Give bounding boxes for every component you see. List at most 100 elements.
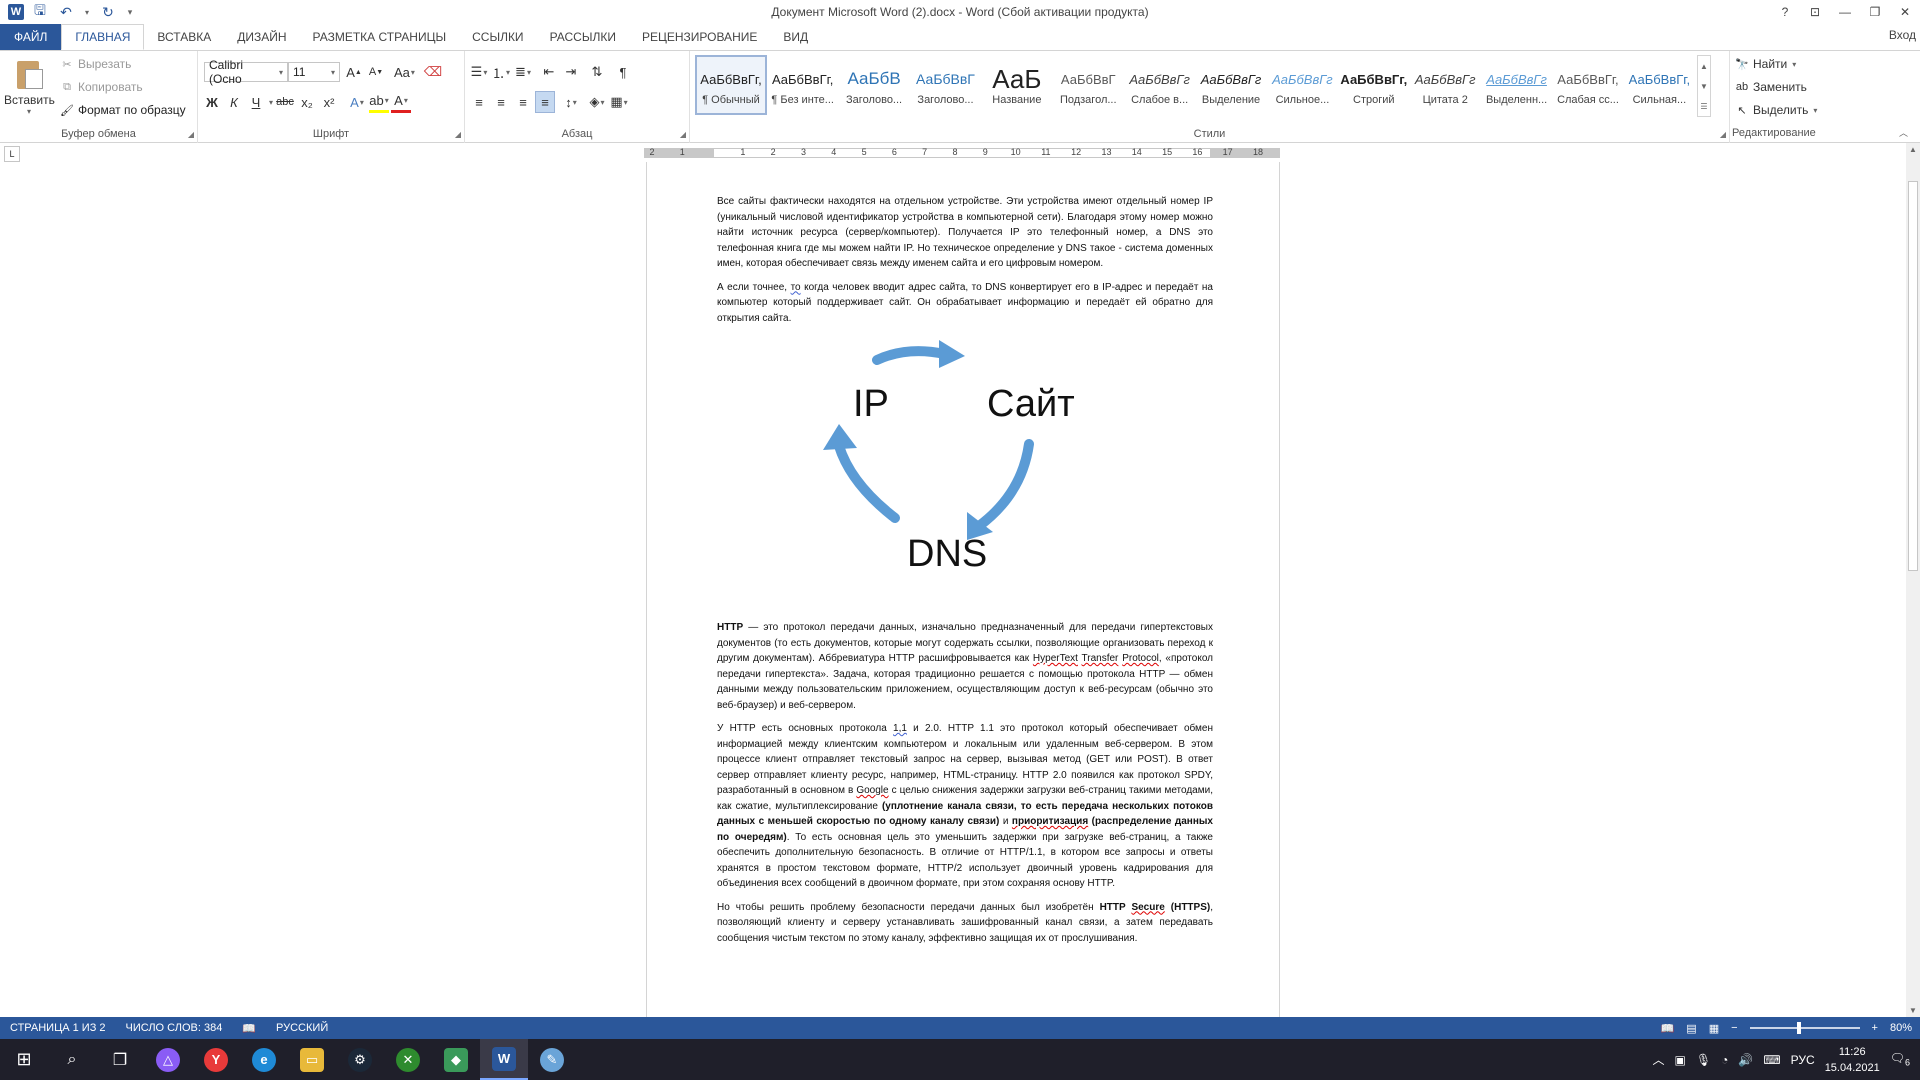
- superscript-button[interactable]: x²: [319, 91, 339, 113]
- style-item[interactable]: АаБбВвГ Подзагол...: [1053, 55, 1124, 115]
- zoom-slider-knob[interactable]: [1797, 1022, 1802, 1034]
- task-view-icon[interactable]: ❐: [96, 1039, 144, 1080]
- strikethrough-button[interactable]: abc: [275, 91, 295, 113]
- notifications-icon[interactable]: 🗨6: [1890, 1051, 1910, 1067]
- numbering-icon[interactable]: ⒈ ▾: [491, 61, 511, 83]
- underline-dropdown-icon[interactable]: ▾: [269, 98, 273, 107]
- style-item[interactable]: АаБбВвГг Сильное...: [1267, 55, 1338, 115]
- scroll-thumb[interactable]: [1908, 181, 1918, 571]
- shrink-font-button[interactable]: A ▼: [366, 61, 386, 83]
- style-item[interactable]: АаБбВвГг, Строгий: [1338, 55, 1409, 115]
- microphone-icon[interactable]: 🎙: [1696, 1053, 1711, 1067]
- yandex-browser-icon[interactable]: Y: [192, 1039, 240, 1080]
- proofing-icon[interactable]: 📖: [232, 1022, 266, 1035]
- text-effects-button[interactable]: A ▾: [347, 91, 367, 113]
- show-formatting-marks-button[interactable]: ¶: [613, 61, 633, 83]
- align-left-icon[interactable]: ≡: [469, 91, 489, 113]
- edge-browser-icon[interactable]: e: [240, 1039, 288, 1080]
- sign-in-link[interactable]: Вход: [1889, 28, 1916, 42]
- italic-button[interactable]: К: [224, 91, 244, 113]
- redo-icon[interactable]: ↻: [98, 2, 118, 22]
- page-indicator[interactable]: СТРАНИЦА 1 ИЗ 2: [0, 1022, 116, 1034]
- document-page[interactable]: Все сайты фактически находятся на отдель…: [646, 162, 1280, 1017]
- horizontal-ruler[interactable]: 2 1 1 2 3 4 5 6 7 8 9 10 11 12 13 14 15 16 17 18: [644, 146, 1280, 160]
- vertical-scrollbar[interactable]: ▲ ▼: [1906, 143, 1920, 1017]
- style-item[interactable]: АаБбВвГг Цитата 2: [1410, 55, 1481, 115]
- style-item[interactable]: АаБбВвГг, ¶ Без инте...: [767, 55, 838, 115]
- copy-button[interactable]: ⧉ Копировать: [60, 80, 143, 94]
- keyboard-icon[interactable]: ⌨: [1763, 1053, 1780, 1067]
- input-language[interactable]: РУС: [1791, 1053, 1815, 1067]
- zoom-in-icon[interactable]: +: [1872, 1022, 1878, 1034]
- collapse-ribbon-icon[interactable]: ︿: [1899, 126, 1908, 139]
- style-item[interactable]: АаБбВвГг, Сильная...: [1624, 55, 1695, 115]
- windows-start-icon[interactable]: ⊞: [0, 1039, 48, 1080]
- style-item[interactable]: АаБбВвГг Выделенн...: [1481, 55, 1552, 115]
- tab-selector[interactable]: L: [4, 146, 20, 162]
- tab-page-layout[interactable]: РАЗМЕТКА СТРАНИЦЫ: [300, 24, 460, 50]
- ribbon-display-options-button[interactable]: ⊡: [1800, 0, 1830, 24]
- customize-quick-access-icon[interactable]: ▾: [124, 2, 136, 22]
- help-button[interactable]: ?: [1770, 0, 1800, 24]
- word-count[interactable]: ЧИСЛО СЛОВ: 384: [116, 1022, 233, 1034]
- paragraph-http-versions[interactable]: У HTTP есть основных протокола 1,1 и 2.0…: [717, 721, 1213, 892]
- sort-icon[interactable]: ⇅: [587, 61, 607, 83]
- paste-dropdown-icon[interactable]: ▾: [4, 107, 54, 116]
- shading-icon[interactable]: ◈ ▾: [587, 91, 607, 113]
- language-indicator[interactable]: РУССКИЙ: [266, 1022, 338, 1034]
- font-size-combo[interactable]: 11 ▾: [288, 62, 340, 82]
- style-item[interactable]: АаБбВ Заголово...: [838, 55, 909, 115]
- tab-references[interactable]: ССЫЛКИ: [459, 24, 536, 50]
- paragraph-https[interactable]: Но чтобы решить проблему безопасности пе…: [717, 900, 1213, 947]
- xbox-icon[interactable]: ✕: [384, 1039, 432, 1080]
- format-painter-button[interactable]: 🖌 Формат по образцу: [60, 103, 186, 117]
- style-item[interactable]: АаБбВвГг, Слабая сс...: [1552, 55, 1623, 115]
- tab-home[interactable]: ГЛАВНАЯ: [61, 24, 145, 50]
- more-styles-icon[interactable]: ☰: [1700, 102, 1707, 111]
- page-content[interactable]: Все сайты фактически находятся на отдель…: [717, 194, 1213, 954]
- styles-gallery-scroll[interactable]: ▲ ▼ ☰: [1697, 55, 1711, 117]
- font-color-button[interactable]: A ▾: [391, 91, 412, 113]
- clear-formatting-icon[interactable]: ⌫: [423, 61, 443, 83]
- tab-file[interactable]: ФАЙЛ: [0, 24, 62, 50]
- print-layout-icon[interactable]: ▤: [1686, 1022, 1696, 1035]
- font-launcher-icon[interactable]: ◢: [455, 130, 461, 139]
- style-item[interactable]: АаБбВвГг Слабое в...: [1124, 55, 1195, 115]
- chevron-up-icon[interactable]: ▲: [1700, 62, 1708, 71]
- replace-button[interactable]: ab Заменить: [1735, 80, 1807, 94]
- subscript-button[interactable]: x₂: [297, 91, 317, 113]
- undo-icon[interactable]: ↶: [56, 2, 76, 22]
- volume-icon[interactable]: 🔊: [1738, 1053, 1753, 1067]
- chevron-up-icon[interactable]: ︿: [1653, 1051, 1665, 1068]
- font-name-combo[interactable]: Calibri (Осно ▾: [204, 58, 288, 86]
- tab-mailings[interactable]: РАССЫЛКИ: [537, 24, 629, 50]
- scroll-down-icon[interactable]: ▼: [1906, 1006, 1920, 1015]
- select-button[interactable]: ↖ Выделить ▾: [1735, 103, 1817, 117]
- paragraph-launcher-icon[interactable]: ◢: [680, 130, 686, 139]
- multilevel-list-icon[interactable]: ≣ ▾: [513, 61, 533, 83]
- increase-indent-icon[interactable]: ⇥: [561, 61, 581, 83]
- align-center-icon[interactable]: ≡: [491, 91, 511, 113]
- align-right-icon[interactable]: ≡: [513, 91, 533, 113]
- paragraph-dns-intro[interactable]: Все сайты фактически находятся на отдель…: [717, 194, 1213, 272]
- decrease-indent-icon[interactable]: ⇤: [539, 61, 559, 83]
- meet-now-icon[interactable]: ▣: [1675, 1053, 1686, 1067]
- highlight-color-button[interactable]: ab ▾: [369, 91, 390, 113]
- word-app-icon[interactable]: W: [8, 4, 24, 20]
- bold-button[interactable]: Ж: [202, 91, 222, 113]
- paste-button[interactable]: Вставить ▾: [4, 57, 55, 116]
- tab-design[interactable]: ДИЗАЙН: [224, 24, 299, 50]
- line-spacing-icon[interactable]: ↕ ▾: [561, 91, 581, 113]
- maximize-button[interactable]: ❐: [1860, 0, 1890, 24]
- steam-icon[interactable]: ⚙: [336, 1039, 384, 1080]
- clipboard-launcher-icon[interactable]: ◢: [188, 130, 194, 139]
- minimize-button[interactable]: —: [1830, 0, 1860, 24]
- read-mode-icon[interactable]: 📖: [1661, 1022, 1675, 1035]
- grow-font-button[interactable]: A ▲: [344, 61, 364, 83]
- underline-button[interactable]: Ч: [246, 91, 266, 113]
- style-item[interactable]: АаБбВвГг, ¶ Обычный: [695, 55, 767, 115]
- zoom-level[interactable]: 80%: [1890, 1022, 1912, 1034]
- save-icon[interactable]: 🖫: [30, 2, 50, 22]
- tab-review[interactable]: РЕЦЕНЗИРОВАНИЕ: [629, 24, 770, 50]
- tab-insert[interactable]: ВСТАВКА: [144, 24, 224, 50]
